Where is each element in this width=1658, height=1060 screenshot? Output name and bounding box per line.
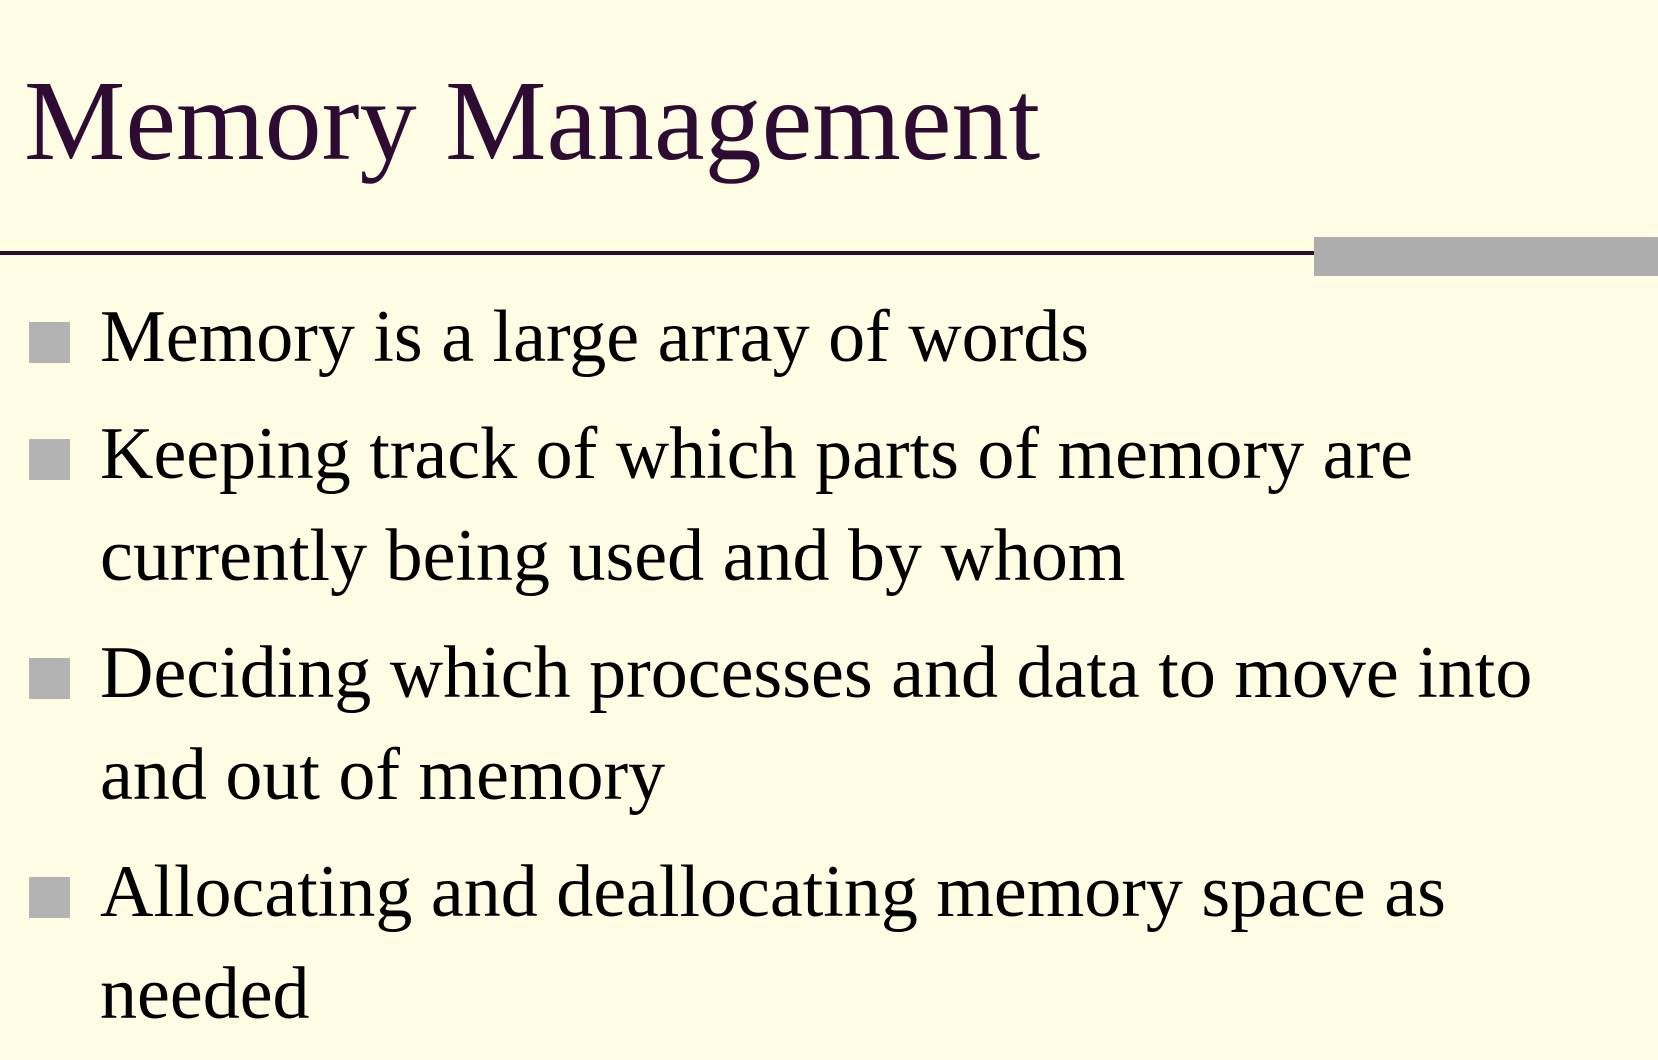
bullet-text: Memory is a large array of words: [100, 296, 1090, 378]
bullet-list: Memory is a large array of words Keeping…: [0, 286, 1640, 1060]
square-bullet-icon: [29, 439, 70, 480]
bullet-item: Memory is a large array of words: [0, 286, 1640, 388]
bullet-item: Deciding which processes and data to mov…: [0, 622, 1640, 826]
title-divider-accent-bar: [1314, 237, 1658, 276]
bullet-item: Keeping track of which parts of memory a…: [0, 403, 1640, 607]
bullet-text: Keeping track of which parts of memory a…: [100, 413, 1413, 597]
slide: Memory Management Memory is a large arra…: [0, 0, 1658, 1035]
bullet-item: Allocating and deallocating memory space…: [0, 841, 1640, 1045]
slide-title: Memory Management: [24, 57, 1041, 184]
square-bullet-icon: [29, 322, 70, 363]
bullet-text: Allocating and deallocating memory space…: [100, 851, 1446, 1035]
square-bullet-icon: [29, 658, 70, 699]
square-bullet-icon: [29, 877, 70, 918]
bullet-text: Deciding which processes and data to mov…: [100, 632, 1533, 816]
